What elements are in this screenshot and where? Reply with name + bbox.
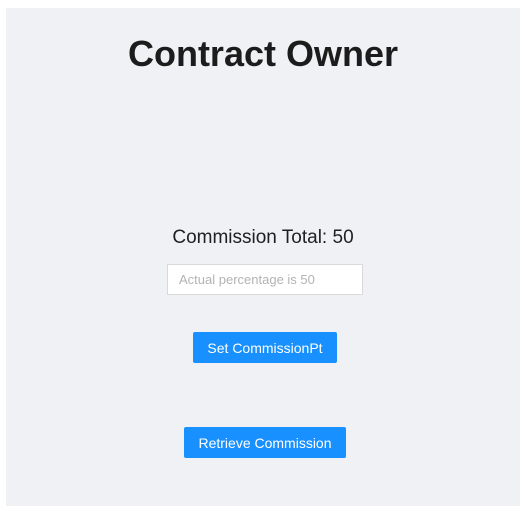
commission-total-value: 50 [332, 227, 354, 248]
set-commission-button[interactable]: Set CommissionPt [193, 332, 337, 363]
commission-total-label: Commission Total: [172, 227, 328, 248]
commission-percentage-input[interactable] [167, 264, 363, 295]
retrieve-commission-button[interactable]: Retrieve Commission [184, 427, 346, 458]
page-title: Contract Owner [127, 33, 399, 74]
contract-owner-panel: Contract Owner Commission Total: 50 Set … [6, 8, 520, 506]
commission-total: Commission Total: 50 [6, 227, 520, 249]
